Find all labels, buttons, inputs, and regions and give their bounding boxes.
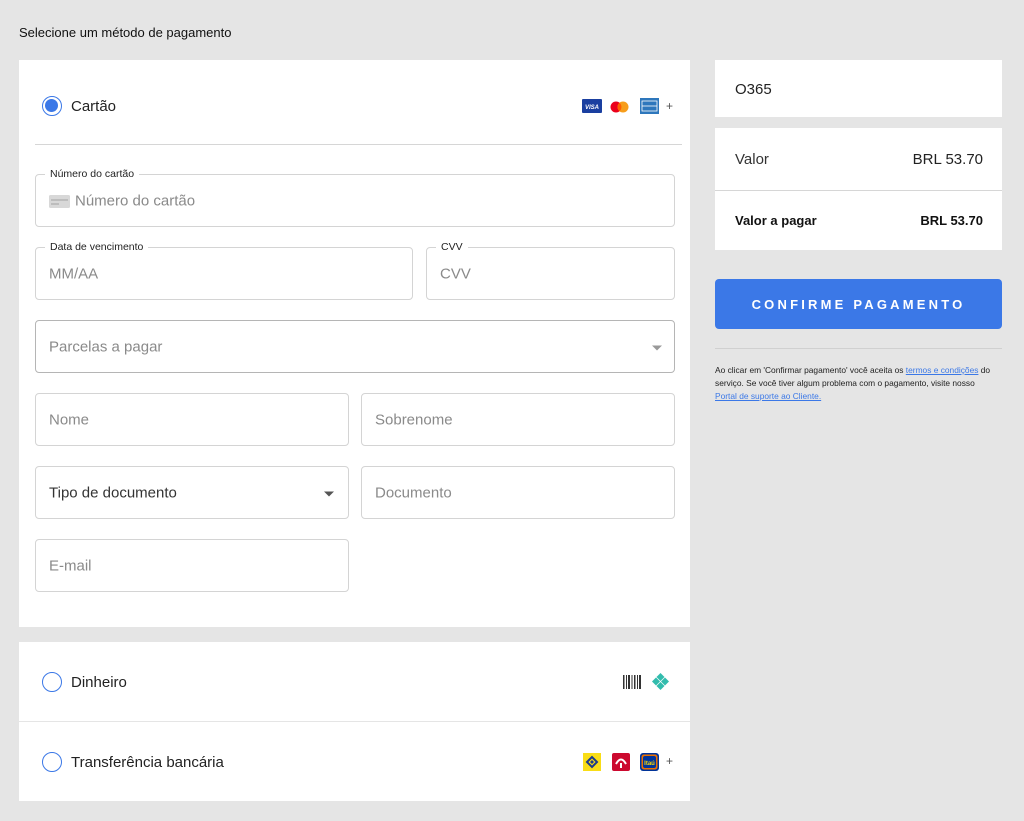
more-banks: + xyxy=(666,754,674,768)
chevron-down-icon xyxy=(652,345,662,350)
card-payment-panel: Cartão VISA + Número do cartão Número do… xyxy=(19,60,690,627)
document-type-select[interactable]: Tipo de documento xyxy=(35,466,349,519)
terms-text: Ao clicar em 'Confirmar pagamento' você … xyxy=(715,364,995,403)
support-portal-link[interactable]: Portal de suporte ao Cliente. xyxy=(715,391,821,401)
document-type-value: Tipo de documento xyxy=(49,484,177,501)
amount-summary: Valor BRL 53.70 Valor a pagar BRL 53.70 xyxy=(715,128,1002,250)
card-label: Cartão xyxy=(71,98,117,115)
last-name-placeholder: Sobrenome xyxy=(375,411,453,428)
bradesco-icon xyxy=(612,753,630,776)
cvv-field[interactable]: CVV CVV xyxy=(426,241,675,300)
email-field[interactable]: E-mail xyxy=(35,539,349,592)
card-divider xyxy=(35,144,682,145)
due-label: Valor a pagar xyxy=(735,213,817,228)
card-number-legend: Número do cartão xyxy=(45,168,140,180)
document-placeholder: Documento xyxy=(375,484,452,501)
svg-text:VISA: VISA xyxy=(585,105,599,111)
card-radio[interactable] xyxy=(42,96,62,116)
order-code: O365 xyxy=(735,81,772,98)
order-code-box: O365 xyxy=(715,60,1002,117)
amex-icon xyxy=(640,98,659,119)
bank-transfer-label: Transferência bancária xyxy=(71,754,224,771)
more-card-brands: + xyxy=(666,99,674,113)
barcode-icon xyxy=(623,675,641,694)
pix-icon xyxy=(652,673,669,695)
summary-divider xyxy=(715,190,1002,191)
cash-label: Dinheiro xyxy=(71,674,127,691)
email-placeholder: E-mail xyxy=(49,557,92,574)
cvv-placeholder: CVV xyxy=(440,265,471,282)
confirm-payment-button[interactable]: CONFIRME PAGAMENTO xyxy=(715,279,1002,329)
chevron-down-icon xyxy=(324,491,334,496)
terms-divider xyxy=(715,348,1002,349)
expiry-legend: Data de vencimento xyxy=(45,241,149,253)
page-title: Selecione um método de pagamento xyxy=(19,25,232,40)
cash-radio[interactable] xyxy=(42,672,62,692)
first-name-placeholder: Nome xyxy=(49,411,90,428)
card-number-placeholder: Número do cartão xyxy=(75,192,196,209)
last-name-field[interactable]: Sobrenome xyxy=(361,393,675,446)
banco-do-brasil-icon xyxy=(583,753,601,776)
first-name-field[interactable]: Nome xyxy=(35,393,349,446)
expiry-placeholder: MM/AA xyxy=(49,265,99,282)
terms-link[interactable]: termos e condições xyxy=(906,365,979,375)
mastercard-icon xyxy=(609,100,631,118)
visa-icon: VISA xyxy=(582,99,602,118)
card-number-field[interactable]: Número do cartão Número do cartão xyxy=(35,168,675,227)
terms-text-part1: Ao clicar em 'Confirmar pagamento' você … xyxy=(715,365,906,375)
cvv-legend: CVV xyxy=(436,241,468,253)
cash-payment-panel[interactable]: Dinheiro xyxy=(19,642,690,721)
value-amount: BRL 53.70 xyxy=(912,151,983,168)
due-amount: BRL 53.70 xyxy=(920,213,983,228)
value-label: Valor xyxy=(735,151,769,168)
svg-text:Itaú: Itaú xyxy=(644,761,655,767)
itau-icon: Itaú xyxy=(640,753,659,776)
bank-transfer-radio[interactable] xyxy=(42,752,62,772)
document-field[interactable]: Documento xyxy=(361,466,675,519)
card-icon xyxy=(49,195,70,213)
bank-transfer-panel[interactable]: Transferência bancária Itaú + xyxy=(19,722,690,801)
expiry-field[interactable]: Data de vencimento MM/AA xyxy=(35,241,413,300)
installments-select[interactable]: Parcelas a pagar xyxy=(35,320,675,373)
installments-placeholder: Parcelas a pagar xyxy=(49,338,163,355)
